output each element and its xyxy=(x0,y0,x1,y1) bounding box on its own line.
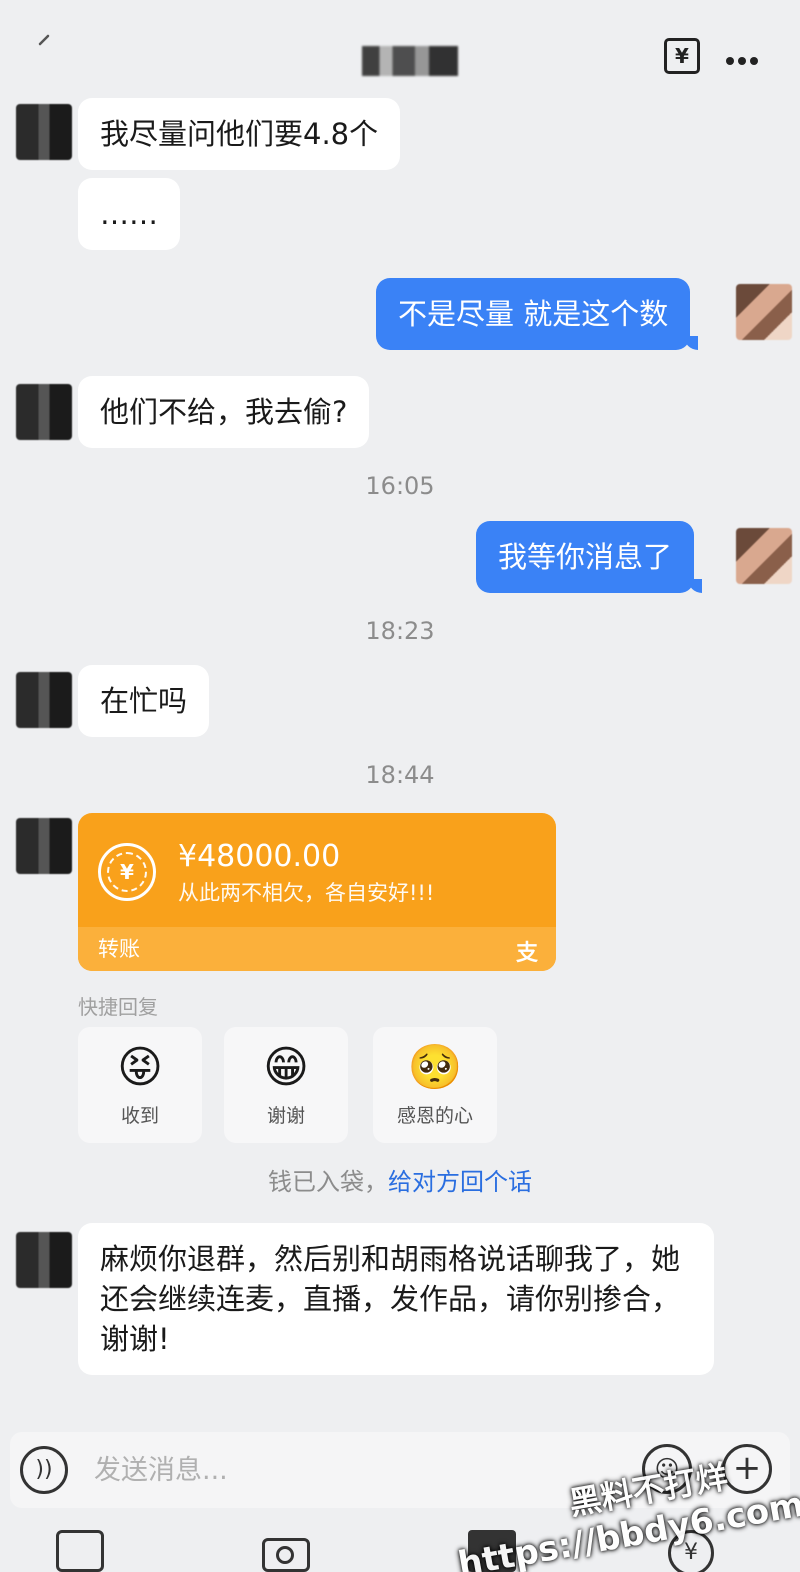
alipay-icon: 支 xyxy=(515,941,538,966)
transfer-note: 从此两不相欠，各自安好!!! xyxy=(178,881,435,905)
pleading-emoji-icon: 🥺 xyxy=(407,1042,463,1093)
quick-reply-title: 快捷回复 xyxy=(78,995,158,1019)
quick-reply-grateful[interactable]: 🥺 感恩的心 xyxy=(373,1027,497,1143)
transfer-amount: ¥48000.00 xyxy=(178,839,341,874)
message-bubble: 麻烦你退群，然后别和胡雨格说话聊我了，她还会继续连麦，直播，发作品，请你别掺合，… xyxy=(78,1223,714,1375)
transfer-icon[interactable]: ¥ xyxy=(664,38,700,74)
quick-reply-thanks[interactable]: 😁 谢谢 xyxy=(224,1027,348,1143)
quick-reply-label: 收到 xyxy=(120,1105,159,1127)
more-dots-icon[interactable] xyxy=(726,50,766,65)
contact-avatar[interactable] xyxy=(16,672,72,728)
quick-reply-label: 谢谢 xyxy=(266,1105,305,1127)
message-bubble: 我尽量问他们要4.8个 xyxy=(78,98,401,170)
timestamp: 18:44 xyxy=(365,761,435,789)
grin-emoji-icon: 😁 xyxy=(263,1042,309,1093)
message-bubble: 他们不给，我去偷? xyxy=(78,376,370,448)
transfer-coin-icon: ¥ xyxy=(98,843,156,901)
my-avatar[interactable] xyxy=(736,528,792,584)
tongue-emoji-icon: 😝 xyxy=(117,1042,163,1093)
contact-avatar[interactable] xyxy=(16,104,72,160)
message-bubble-mine: 我等你消息了 xyxy=(476,521,703,593)
transfer-label: 转账 xyxy=(98,937,140,961)
timestamp: 18:23 xyxy=(365,617,435,645)
back-icon[interactable] xyxy=(34,34,54,54)
chat-header: ¥ xyxy=(0,0,800,100)
quick-reply-received[interactable]: 😝 收到 xyxy=(78,1027,202,1143)
voice-icon[interactable]: )) xyxy=(20,1446,68,1494)
contact-avatar[interactable] xyxy=(16,818,72,874)
message-bubble: 在忙吗 xyxy=(78,665,210,737)
image-icon[interactable] xyxy=(56,1530,104,1572)
reply-link[interactable]: 给对方回个话 xyxy=(388,1168,532,1196)
quick-reply-label: 感恩的心 xyxy=(396,1105,473,1127)
contact-avatar[interactable] xyxy=(16,1232,72,1288)
contact-name-redacted xyxy=(362,46,458,76)
timestamp: 16:05 xyxy=(365,472,435,500)
transfer-card[interactable]: ¥ ¥48000.00 从此两不相欠，各自安好!!! 转账 支 xyxy=(78,813,556,971)
money-received-tip: 钱已入袋，给对方回个话 xyxy=(268,1168,532,1196)
transfer-card-body: ¥ ¥48000.00 从此两不相欠，各自安好!!! xyxy=(78,813,556,927)
my-avatar[interactable] xyxy=(736,284,792,340)
transfer-card-footer: 转账 支 xyxy=(78,927,556,971)
message-bubble: …… xyxy=(78,178,180,250)
camera-icon[interactable] xyxy=(262,1530,310,1572)
message-bubble-mine: 不是尽量 就是这个数 xyxy=(376,278,699,350)
contact-avatar[interactable] xyxy=(16,384,72,440)
